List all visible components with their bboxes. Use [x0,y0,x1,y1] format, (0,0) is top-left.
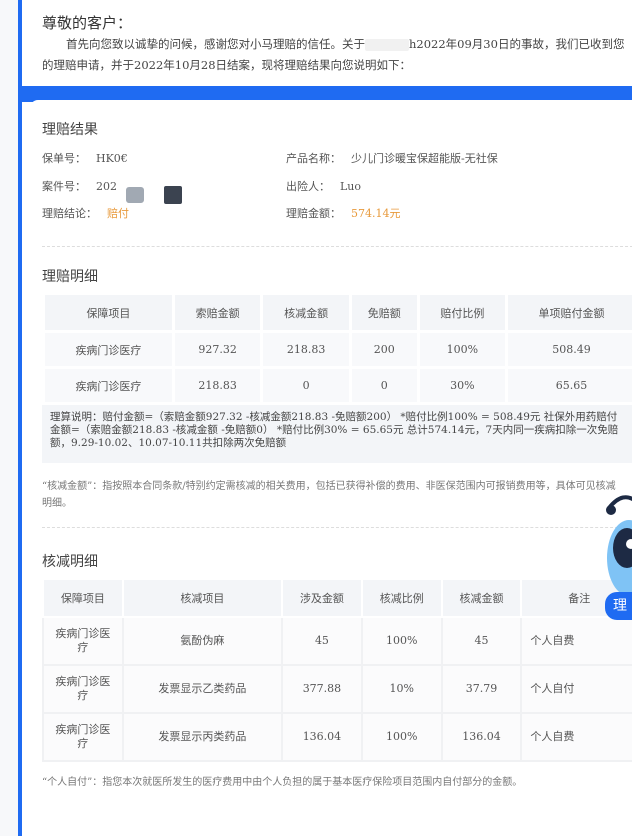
table-cell: 100% [360,712,443,762]
detail-title: 理赔明细 [42,269,98,285]
table-row: 疾病门诊医疗 发票显示丙类药品 136.04 100% 136.04 个人自费 [42,712,632,762]
policy-label: 保单号： [42,152,86,165]
mascot-claim-button[interactable]: 理 [605,592,632,620]
insured-value: Luo [340,180,362,193]
table-cell: 个人自付 [520,664,632,714]
header-cell: 核减金额 [440,578,523,618]
table-cell: 65.65 [505,366,632,405]
table-cell: 200 [348,330,420,369]
table-cell: 218.83 [260,330,352,369]
table-cell: 个人自费 [520,616,632,666]
table-cell: 45 [440,616,523,666]
header-cell: 核减金额 [260,292,352,333]
table-cell: 30% [416,366,509,405]
table-cell: 发票显示丙类药品 [121,712,284,762]
case-label: 案件号： [42,180,86,193]
deduction-detail-table: 保障项目 核减项目 涉及金额 核减比例 核减金额 备注 疾病门诊医疗 氨酚伪麻 … [42,578,632,762]
table-cell: 100% [360,616,443,666]
claim-detail-table: 保障项目 索赔金额 核减金额 免赔额 赔付比例 单项赔付金额 疾病门诊医疗 92… [42,292,632,405]
table-cell: 0 [260,366,352,405]
table-cell: 氨酚伪麻 [121,616,284,666]
table-cell: 37.79 [440,664,523,714]
table-cell: 疾病门诊医疗 [42,616,124,666]
table-cell: 508.49 [505,330,632,369]
table-cell: 377.88 [281,664,363,714]
policy-number: 保单号： HK0€ [42,150,128,166]
table-cell: 疾病门诊医疗 [42,664,124,714]
table-header-row: 保障项目 索赔金额 核减金额 免赔额 赔付比例 单项赔付金额 [42,292,632,333]
conclusion-label: 理赔结论： [42,207,97,220]
case-number: 案件号： 202 [42,178,117,194]
header-cell: 赔付比例 [416,292,509,333]
product-name: 产品名称： 少儿门诊暖宝保超能版-无社保 [286,150,498,166]
self-pay-note: “个人自付”：指您本次就医所发生的医疗费用中由个人负担的属于基本医疗保险项目范围… [42,777,523,788]
header-cell: 单项赔付金额 [505,292,632,333]
greeting: 尊敬的客户： [42,14,133,32]
calculation-explanation: 理算说明：赔付金额=（索赔金额927.32 -核减金额218.83 -免赔额20… [42,405,632,463]
table-row: 疾病门诊医疗 发票显示乙类药品 377.88 10% 37.79 个人自付 [42,664,632,714]
table-header-row: 保障项目 核减项目 涉及金额 核减比例 核减金额 备注 [42,578,632,618]
redact-block-2 [164,186,182,204]
claim-amount: 理赔金额： 574.14元 [286,205,401,221]
table-row: 疾病门诊医疗 927.32 218.83 200 100% 508.49 [42,330,632,369]
header-cell: 涉及金额 [281,578,363,618]
table-cell: 927.32 [171,330,264,369]
table-cell: 发票显示乙类药品 [121,664,284,714]
result-title: 理赔结果 [42,122,98,138]
policy-value: HK0€ [96,152,128,165]
amount-label: 理赔金额： [286,207,341,220]
header-cell: 免赔额 [348,292,420,333]
left-rail [0,0,22,836]
header-cell: 保障项目 [42,292,175,333]
redacted-name [365,39,409,51]
redact-block-1 [126,187,144,203]
claim-conclusion: 理赔结论： 赔付 [42,205,129,221]
case-value: 202 [96,180,117,193]
header-cell: 核减比例 [360,578,443,618]
divider [42,527,632,528]
deduction-note: “核减金额”：指按照本合同条款/特别约定需核减的相关费用，包括已获得补偿的费用、… [42,481,616,509]
conclusion-value: 赔付 [107,207,129,220]
table-cell: 218.83 [171,366,264,405]
table-cell: 10% [360,664,443,714]
table-cell: 疾病门诊医疗 [42,330,175,369]
product-label: 产品名称： [286,152,341,165]
table-cell: 0 [348,366,420,405]
table-cell: 45 [281,616,363,666]
insured-person: 出险人： Luo [286,178,361,194]
header-cell: 保障项目 [42,578,124,618]
table-cell: 疾病门诊医疗 [42,712,124,762]
table-cell: 136.04 [440,712,523,762]
header-cell: 核减项目 [121,578,284,618]
header-cell: 索赔金额 [171,292,264,333]
amount-value: 574.14元 [351,207,401,220]
product-value: 少儿门诊暖宝保超能版-无社保 [351,152,498,165]
table-cell: 100% [416,330,509,369]
divider [42,246,632,247]
deduction-title: 核减明细 [42,554,98,570]
table-row: 疾病门诊医疗 218.83 0 0 30% 65.65 [42,366,632,405]
table-cell: 136.04 [281,712,363,762]
intro-text-1: 首先向您致以诚挚的问候，感谢您对小马理赔的信任。关于 [66,37,365,51]
table-cell: 疾病门诊医疗 [42,366,175,405]
intro-paragraph: 首先向您致以诚挚的问候，感谢您对小马理赔的信任。关于 h2022年09月30日的事… [42,34,632,76]
table-row: 疾病门诊医疗 氨酚伪麻 45 100% 45 个人自费 [42,616,632,666]
insured-label: 出险人： [286,180,330,193]
table-cell: 个人自费 [520,712,632,762]
